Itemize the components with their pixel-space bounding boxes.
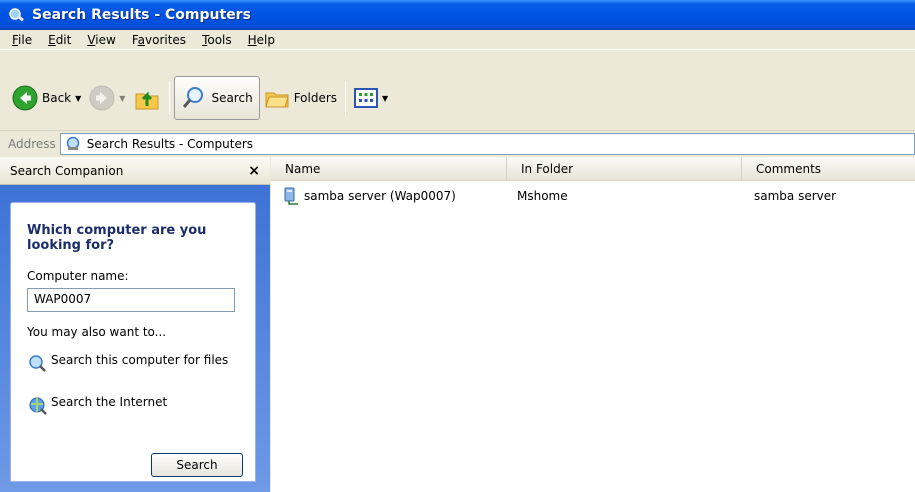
search-question: Which computer are you looking for? [27,223,207,253]
back-arrow-icon [12,85,38,111]
back-button[interactable]: Back ▼ [8,78,85,118]
menu-view[interactable]: View [79,33,123,47]
column-in-folder[interactable]: In Folder [507,157,742,181]
table-row[interactable]: samba server (Wap0007) Mshome samba serv… [271,187,915,205]
search-internet-link[interactable]: Search the Internet [27,395,167,415]
folders-icon [265,92,289,108]
close-icon[interactable]: × [248,163,260,179]
views-grid-icon [354,88,379,108]
folders-button[interactable]: Folders [260,78,341,118]
computer-name-label: Computer name: [27,269,129,283]
menu-file[interactable]: File [4,33,40,47]
search-computer-icon [9,8,24,22]
internet-search-icon [29,397,47,415]
views-dropdown-icon[interactable]: ▼ [382,94,388,103]
pane-body: Which computer are you looking for? Comp… [0,185,270,492]
up-folder-button[interactable] [129,78,165,118]
column-header: Name In Folder Comments [271,157,915,181]
column-comments[interactable]: Comments [742,157,915,181]
address-field[interactable]: Search Results - Computers [59,132,915,155]
title-bar[interactable]: Search Results - Computers [0,0,915,30]
toolbar-separator [345,81,347,115]
address-label: Address [8,136,56,151]
menu-favorites[interactable]: Favorites [124,33,194,47]
cell-name: samba server (Wap0007) [283,187,507,205]
search-button[interactable]: Search [174,76,260,120]
menu-bar: File Edit View Favorites Tools Help [0,30,915,50]
forward-dropdown-icon[interactable]: ▼ [119,94,125,103]
pane-header: Search Companion × [0,157,270,185]
menu-edit[interactable]: Edit [40,33,79,47]
search-computer-icon [66,136,80,150]
search-icon [183,87,204,108]
menu-tools[interactable]: Tools [194,33,240,47]
forward-arrow-icon [89,85,115,111]
network-computer-icon [284,187,298,205]
search-computer-files-link[interactable]: Search this computer for files [27,353,237,373]
window-title: Search Results - Computers [32,7,251,23]
also-want-text: You may also want to... [27,325,167,339]
cell-folder: Mshome [517,189,568,203]
results-list: Name In Folder Comments samba server (Wa… [271,157,915,492]
back-dropdown-icon[interactable]: ▼ [75,94,81,103]
column-name[interactable]: Name [271,157,507,181]
up-folder-icon [135,91,159,110]
search-card: Which computer are you looking for? Comp… [10,202,256,482]
views-button[interactable]: ▼ [350,78,392,118]
pane-title: Search Companion [10,163,124,178]
cell-comments: samba server [754,189,837,203]
search-files-icon [29,355,46,372]
toolbar-separator [169,81,171,115]
forward-button[interactable]: ▼ [85,78,129,118]
search-companion-pane: Search Companion × Which computer are yo… [0,157,270,492]
address-value: Search Results - Computers [86,136,254,151]
address-bar: Address Search Results - Computers [0,130,915,156]
menu-help[interactable]: Help [240,33,283,47]
search-submit-button[interactable]: Search [151,453,243,477]
computer-name-input[interactable]: WAP0007 [27,288,235,312]
standard-toolbar: Back ▼ ▼ Search Folders ▼ [0,51,915,124]
